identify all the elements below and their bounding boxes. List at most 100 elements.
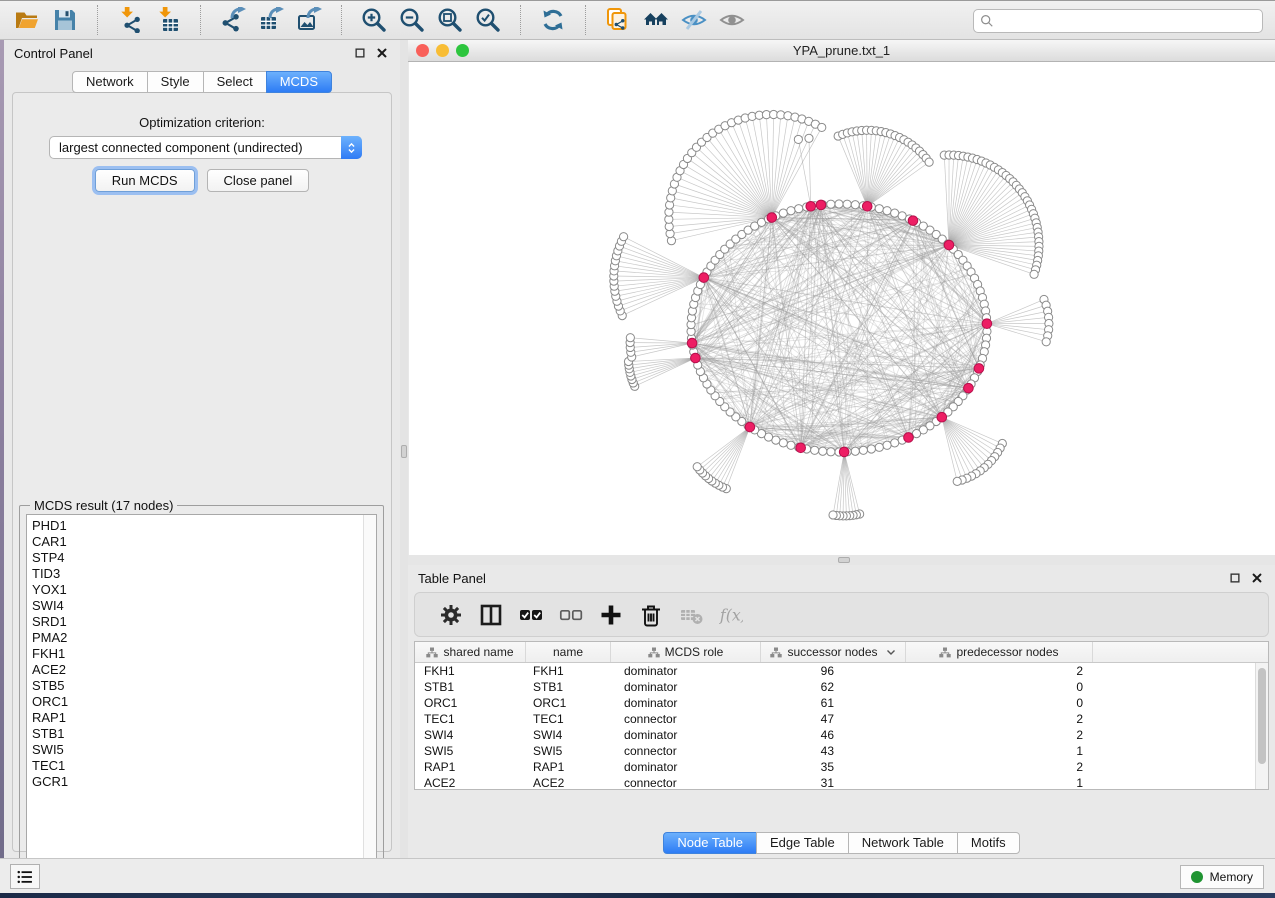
cell-mcds-role[interactable]: dominator [611,727,761,743]
hide-selected-button[interactable] [675,4,713,36]
table-row-TEC1[interactable]: TEC1TEC1connector472 [415,711,1268,727]
mcds-hub-node[interactable] [767,213,777,223]
ring-node[interactable] [827,448,835,456]
cell-shared-name[interactable]: ACE2 [415,775,526,790]
minimize-window-icon[interactable] [436,44,449,57]
mcds-hub-node[interactable] [937,412,947,422]
table-tab-network-table[interactable]: Network Table [848,832,958,854]
table-row-STB1[interactable]: STB1STB1dominator620 [415,679,1268,695]
export-network-button[interactable] [214,4,252,36]
cell-filler[interactable] [1093,743,1268,759]
table-row-FKH1[interactable]: FKH1FKH1dominator962 [415,663,1268,679]
ring-node[interactable] [795,205,803,213]
cell-name[interactable]: SWI5 [526,743,611,759]
mcds-hub-node[interactable] [745,422,755,432]
mcds-result-item[interactable]: SWI5 [32,742,376,758]
cell-name[interactable]: SWI4 [526,727,611,743]
close-panel-button[interactable]: Close panel [207,169,310,192]
open-file-button[interactable] [8,4,46,36]
cell-predecessor-nodes[interactable]: 2 [906,663,1093,679]
leaf-node[interactable] [626,334,634,342]
table-tab-node-table[interactable]: Node Table [663,832,757,854]
mcds-hub-node[interactable] [687,338,697,348]
cell-successor-nodes[interactable]: 46 [761,727,906,743]
leaf-node[interactable] [805,134,813,142]
leaf-node[interactable] [693,463,701,471]
first-neighbors-button[interactable] [637,4,675,36]
mcds-result-item[interactable]: STB1 [32,726,376,742]
network-canvas[interactable] [409,62,1275,555]
column-header-MCDS-role[interactable]: MCDS role [611,642,761,662]
tab-network[interactable]: Network [72,71,148,93]
ring-node[interactable] [883,441,891,449]
mcds-hub-node[interactable] [806,201,816,211]
cell-shared-name[interactable]: FKH1 [415,663,526,679]
cell-filler[interactable] [1093,727,1268,743]
export-image-button[interactable] [290,4,328,36]
tab-style[interactable]: Style [147,71,204,93]
ring-node[interactable] [835,200,843,208]
save-session-button[interactable] [46,4,84,36]
cell-mcds-role[interactable]: dominator [611,695,761,711]
zoom-selected-button[interactable] [469,4,507,36]
ring-node[interactable] [859,446,867,454]
leaf-node[interactable] [925,158,933,166]
cell-shared-name[interactable]: ORC1 [415,695,526,711]
ring-node[interactable] [787,441,795,449]
leaf-node[interactable] [829,511,837,519]
mcds-result-list[interactable]: PHD1CAR1STP4TID3YOX1SWI4SRD1PMA2FKH1ACE2… [26,514,377,870]
close-panel-icon[interactable] [1249,570,1265,586]
table-mode-button[interactable] [433,598,469,632]
cell-shared-name[interactable]: TEC1 [415,711,526,727]
mcds-result-item[interactable]: STB5 [32,678,376,694]
ring-node[interactable] [811,446,819,454]
cell-mcds-role[interactable]: dominator [611,759,761,775]
mcds-result-item[interactable]: ORC1 [32,694,376,710]
cell-filler[interactable] [1093,775,1268,790]
mcds-result-item[interactable]: PMA2 [32,630,376,646]
table-row-RAP1[interactable]: RAP1RAP1dominator352 [415,759,1268,775]
new-network-from-selection-button[interactable] [599,4,637,36]
mcds-hub-node[interactable] [904,433,914,443]
ring-node[interactable] [787,207,795,215]
tab-select[interactable]: Select [203,71,267,93]
import-table-button[interactable] [149,4,187,36]
mcds-result-item[interactable]: YOX1 [32,582,376,598]
tab-mcds[interactable]: MCDS [266,71,332,93]
cell-shared-name[interactable]: SWI4 [415,727,526,743]
ring-node[interactable] [891,209,899,217]
mcds-hub-node[interactable] [944,240,954,250]
mcds-result-item[interactable]: SWI4 [32,598,376,614]
table-tab-motifs[interactable]: Motifs [957,832,1020,854]
run-mcds-button[interactable]: Run MCDS [95,169,195,192]
cell-successor-nodes[interactable]: 62 [761,679,906,695]
cell-successor-nodes[interactable]: 47 [761,711,906,727]
delete-columns-button[interactable] [633,598,669,632]
zoom-fit-button[interactable] [431,4,469,36]
cell-filler[interactable] [1093,711,1268,727]
table-row-SWI5[interactable]: SWI5SWI5connector431 [415,743,1268,759]
cell-filler[interactable] [1093,759,1268,775]
cell-name[interactable]: ACE2 [526,775,611,790]
mcds-hub-node[interactable] [862,201,872,211]
cell-mcds-role[interactable]: connector [611,775,761,790]
column-header-predecessor-nodes[interactable]: predecessor nodes [906,642,1093,662]
column-header-name[interactable]: name [526,642,611,662]
cell-successor-nodes[interactable]: 35 [761,759,906,775]
mcds-hub-node[interactable] [974,364,984,374]
cell-mcds-role[interactable]: dominator [611,679,761,695]
close-window-icon[interactable] [416,44,429,57]
cell-predecessor-nodes[interactable]: 2 [906,759,1093,775]
ring-node[interactable] [827,200,835,208]
leaf-node[interactable] [818,123,826,131]
ring-node[interactable] [867,445,875,453]
mcds-result-item[interactable]: FKH1 [32,646,376,662]
mcds-result-item[interactable]: TID3 [32,566,376,582]
network-graph[interactable] [409,62,1275,555]
table-row-ACE2[interactable]: ACE2ACE2connector311 [415,775,1268,790]
leaf-node[interactable] [620,233,628,241]
ring-node[interactable] [779,439,787,447]
show-all-button[interactable] [713,4,751,36]
ring-node[interactable] [851,201,859,209]
mcds-result-item[interactable]: GCR1 [32,774,376,790]
